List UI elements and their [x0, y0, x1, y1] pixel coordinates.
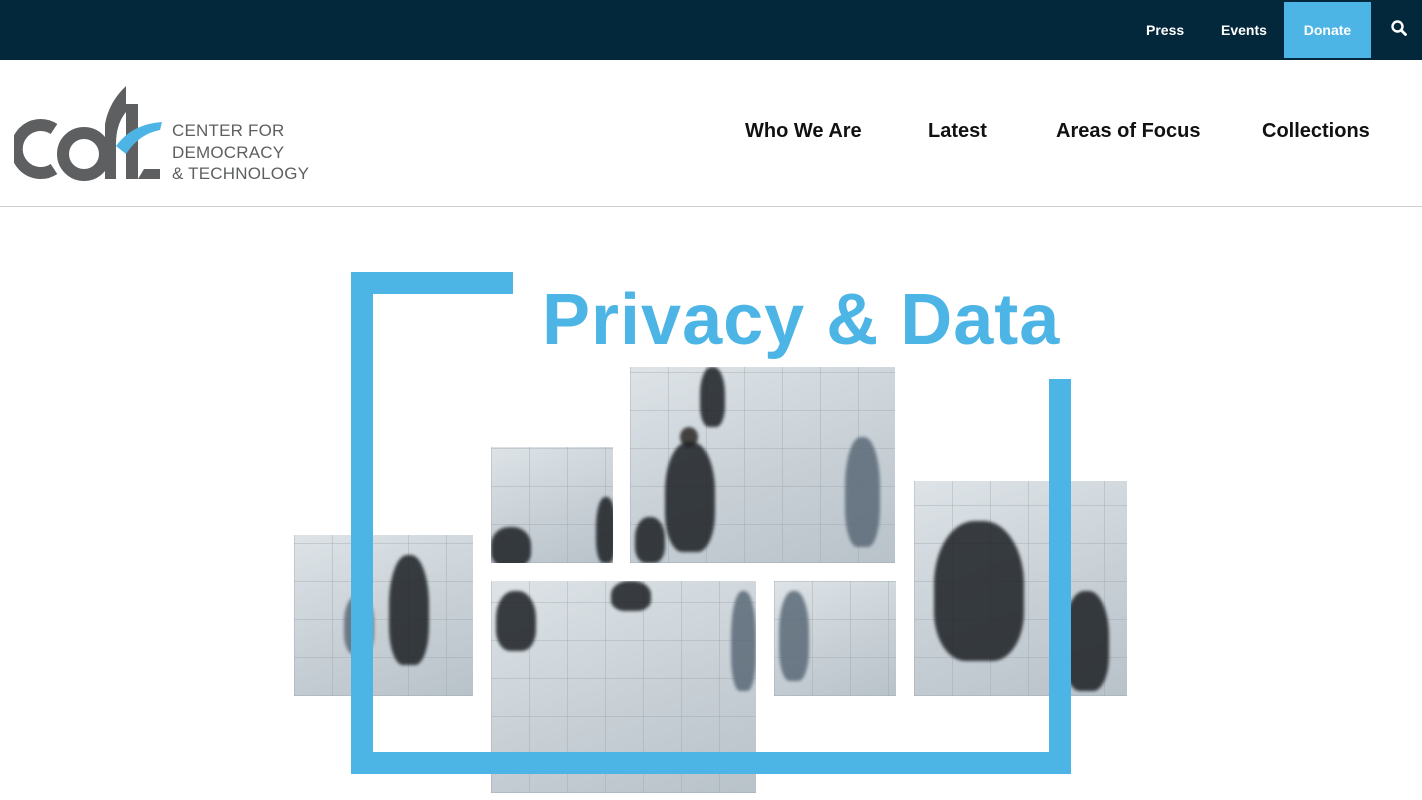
cdt-logo-mark: [14, 86, 162, 181]
photo-tile-2: [491, 447, 613, 563]
frame-bottom: [351, 752, 1071, 774]
events-link[interactable]: Events: [1221, 0, 1267, 60]
cdt-logo[interactable]: CENTER FOR DEMOCRACY & TECHNOLOGY: [14, 84, 319, 184]
page-title: Privacy & Data: [542, 280, 1061, 360]
logo-wordmark: CENTER FOR DEMOCRACY & TECHNOLOGY: [172, 120, 309, 185]
nav-collections[interactable]: Collections: [1262, 120, 1370, 143]
nav-who-we-are[interactable]: Who We Are: [745, 120, 862, 143]
logo-line-1: CENTER FOR: [172, 121, 285, 140]
hero-banner: Privacy & Data: [0, 207, 1422, 800]
frame-top-left: [351, 272, 513, 294]
photo-tile-5: [774, 581, 896, 696]
photo-tile-top: [630, 367, 895, 563]
photo-tile-right: [914, 481, 1127, 696]
frame-right: [1049, 379, 1071, 774]
donate-button[interactable]: Donate: [1284, 2, 1371, 58]
utility-bar: Press Events Donate: [0, 0, 1422, 60]
frame-left: [351, 272, 373, 774]
logo-line-3: & TECHNOLOGY: [172, 164, 310, 183]
search-icon[interactable]: [1390, 19, 1408, 37]
logo-line-2: DEMOCRACY: [172, 142, 285, 162]
nav-latest[interactable]: Latest: [928, 120, 987, 143]
photo-tile-left: [294, 535, 473, 696]
site-header: CENTER FOR DEMOCRACY & TECHNOLOGY Who We…: [0, 60, 1422, 207]
nav-areas-of-focus[interactable]: Areas of Focus: [1056, 120, 1200, 143]
press-link[interactable]: Press: [1146, 0, 1184, 60]
